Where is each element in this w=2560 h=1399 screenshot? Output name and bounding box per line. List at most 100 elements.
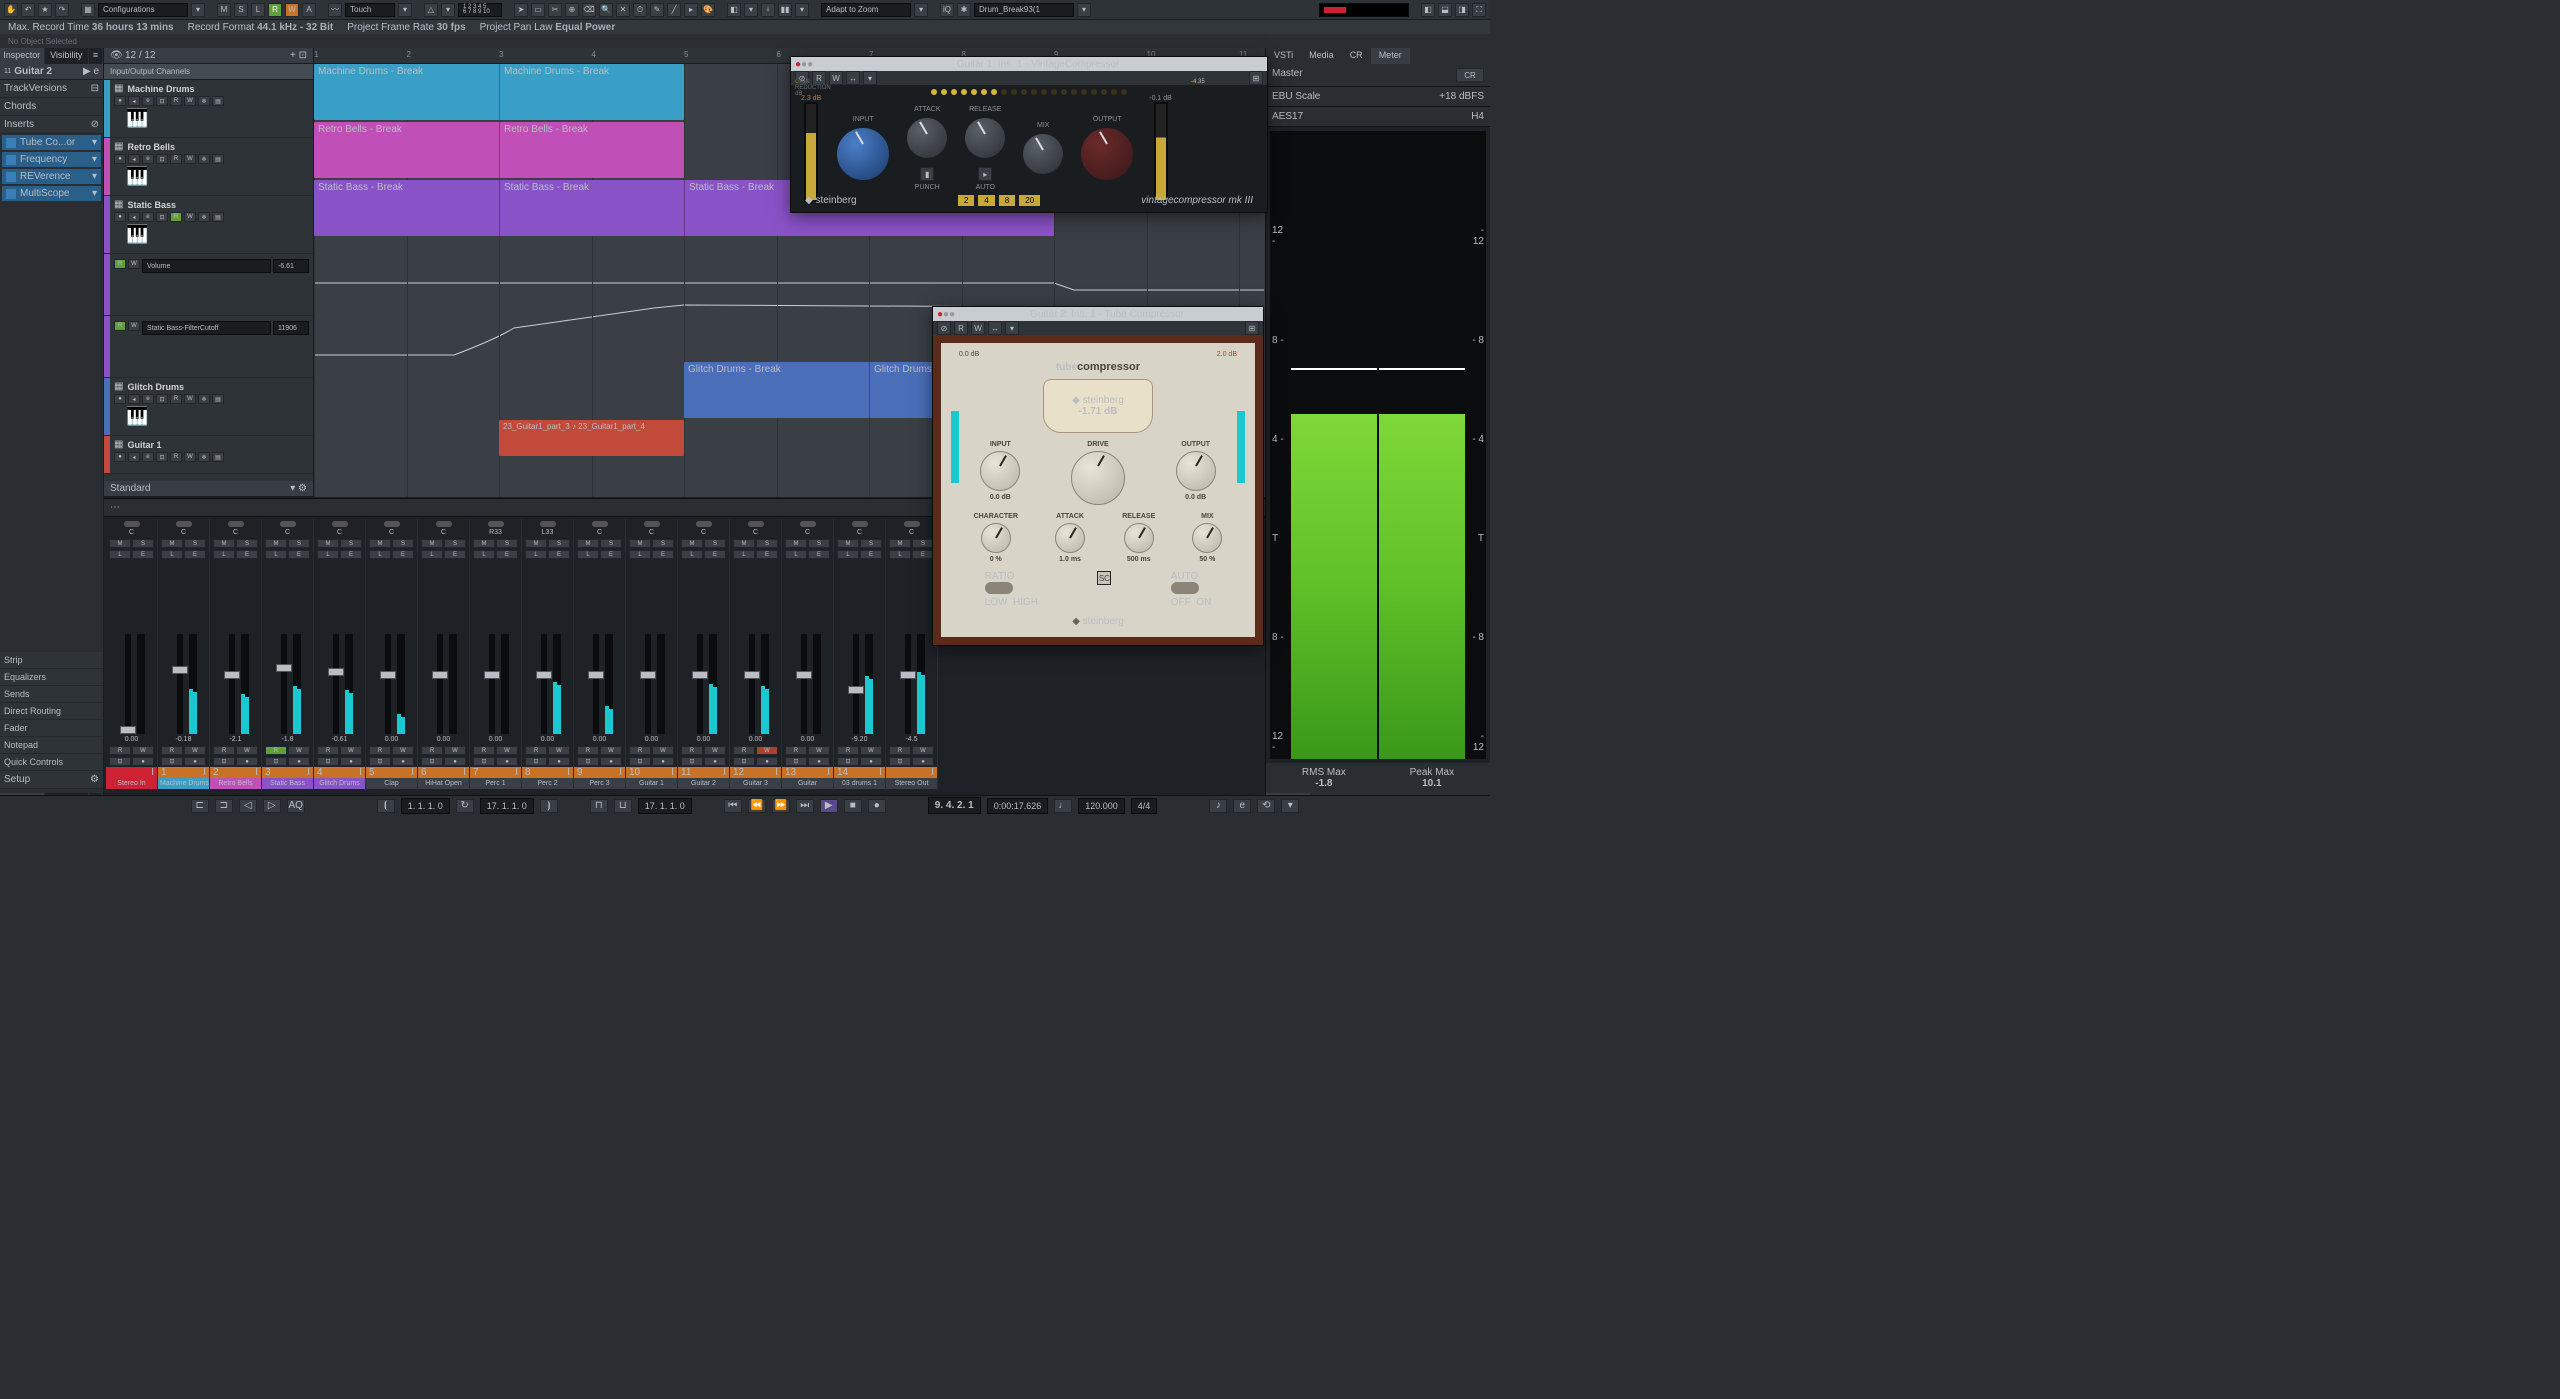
release-knob[interactable]: RELEASE▸AUTO bbox=[963, 106, 1007, 191]
record-enable-button[interactable]: ● bbox=[704, 757, 726, 766]
solo-button[interactable]: S bbox=[860, 539, 882, 548]
section-notepad[interactable]: Notepad bbox=[0, 737, 103, 754]
e-button[interactable]: e bbox=[142, 96, 154, 106]
w-button[interactable]: W bbox=[971, 321, 985, 335]
config-dropdown[interactable]: Configurations bbox=[98, 3, 188, 17]
pan-knob[interactable] bbox=[644, 521, 660, 527]
output-knob[interactable]: OUTPUT bbox=[1079, 116, 1135, 182]
edit-button[interactable]: E bbox=[600, 550, 622, 559]
read-button[interactable]: R bbox=[837, 746, 859, 755]
grid-type[interactable]: Adapt to Zoom bbox=[821, 3, 911, 17]
play-button[interactable]: ▶ bbox=[820, 799, 838, 813]
mute-button[interactable]: M bbox=[213, 539, 235, 548]
read-button[interactable]: R bbox=[268, 3, 282, 17]
monitor-button[interactable]: ⊡ bbox=[525, 757, 547, 766]
channel-name[interactable]: Glitch Drums bbox=[314, 778, 365, 789]
cr-button[interactable]: CR bbox=[1456, 68, 1484, 82]
section-chords[interactable]: Chords bbox=[0, 98, 103, 116]
automation-mode[interactable]: Touch bbox=[345, 3, 395, 17]
pan-knob[interactable] bbox=[124, 521, 140, 527]
write-button[interactable]: W bbox=[340, 746, 362, 755]
io-folder[interactable]: Input/Output Channels bbox=[104, 64, 313, 80]
monitor-button[interactable]: ⊡ bbox=[785, 757, 807, 766]
section-trackversions[interactable]: TrackVersions⊟ bbox=[0, 80, 103, 98]
primary-position[interactable]: 9. 4. 2. 1 bbox=[928, 797, 981, 814]
edit-button[interactable]: E bbox=[236, 550, 258, 559]
read-button[interactable]: R bbox=[114, 259, 126, 269]
record-enable-button[interactable]: ● bbox=[288, 757, 310, 766]
listen-button[interactable]: L bbox=[473, 550, 495, 559]
erase-icon[interactable]: ⌫ bbox=[582, 3, 596, 17]
in-button[interactable]: ⊡ bbox=[156, 394, 168, 404]
right-locator[interactable]: 17. 1. 1. 0 bbox=[480, 798, 534, 814]
quantize-preset[interactable]: Drum_Break93(1 bbox=[974, 3, 1074, 17]
read-button[interactable]: R bbox=[577, 746, 599, 755]
write-button[interactable]: W bbox=[392, 746, 414, 755]
e-button[interactable]: e bbox=[142, 154, 154, 164]
listen-button[interactable]: L bbox=[317, 550, 339, 559]
solo-button[interactable]: S bbox=[756, 539, 778, 548]
snap-type-icon[interactable]: ▮▮ bbox=[778, 3, 792, 17]
punch-switch[interactable]: ▮ bbox=[920, 167, 934, 181]
mute-button[interactable]: M bbox=[265, 539, 287, 548]
read-button[interactable]: R bbox=[421, 746, 443, 755]
write-button[interactable]: W bbox=[496, 746, 518, 755]
dropdown-icon[interactable]: ▾ bbox=[1281, 799, 1299, 813]
write-button[interactable]: W bbox=[184, 154, 196, 164]
write-button[interactable]: W bbox=[548, 746, 570, 755]
set-punch-icon[interactable]: ⊓ bbox=[590, 799, 608, 813]
mixer-channel[interactable]: C MS LE 0.00 RW ⊡● 13I Guitar bbox=[782, 519, 834, 791]
insert-slot[interactable]: MultiScope▾ bbox=[2, 186, 101, 201]
color-tool-icon[interactable]: 🎨 bbox=[701, 3, 715, 17]
write-button[interactable]: W bbox=[128, 259, 140, 269]
write-button[interactable]: W bbox=[444, 746, 466, 755]
read-button[interactable]: R bbox=[369, 746, 391, 755]
dropdown-icon[interactable]: ▾ bbox=[398, 3, 412, 17]
arrow-icon[interactable]: ◂ bbox=[128, 452, 140, 462]
r-button[interactable]: R bbox=[954, 321, 968, 335]
input-knob[interactable]: INPUT bbox=[835, 116, 891, 182]
write-button[interactable]: W bbox=[184, 96, 196, 106]
listen-button[interactable]: L bbox=[161, 550, 183, 559]
mixer-channel[interactable]: C MS LE -9.20 RW ⊡● 14I 03 drums 1 bbox=[834, 519, 886, 791]
fader[interactable] bbox=[541, 634, 547, 734]
read-button[interactable]: R bbox=[317, 746, 339, 755]
automation-param[interactable]: Static Bass-FilterCutoff bbox=[142, 321, 271, 335]
stop-button[interactable]: ■ bbox=[844, 799, 862, 813]
plugin-titlebar[interactable]: ● ● ● Guitar 1: Ins. 1 - VintageCompress… bbox=[791, 57, 1267, 71]
quantize-icon[interactable]: iQ bbox=[940, 3, 954, 17]
gear-icon[interactable]: ⚙ bbox=[90, 774, 99, 785]
play-tool-icon[interactable]: ▸ bbox=[684, 3, 698, 17]
record-enable-button[interactable]: ● bbox=[184, 757, 206, 766]
write-button[interactable]: W bbox=[912, 746, 934, 755]
history-icon[interactable]: ↶ bbox=[21, 3, 35, 17]
locator-right-icon[interactable]: ⦘ bbox=[540, 799, 558, 813]
pan-knob[interactable] bbox=[800, 521, 816, 527]
fader[interactable] bbox=[229, 634, 235, 734]
monitor-button[interactable]: ⊡ bbox=[733, 757, 755, 766]
write-button[interactable]: W bbox=[652, 746, 674, 755]
panel-right-icon[interactable]: ◨ bbox=[1455, 3, 1469, 17]
plugin-window-vintage-compressor[interactable]: ● ● ● Guitar 1: Ins. 1 - VintageCompress… bbox=[790, 56, 1268, 213]
monitor-button[interactable]: ⊡ bbox=[577, 757, 599, 766]
listen-button[interactable]: L bbox=[785, 550, 807, 559]
panel-bottom-icon[interactable]: ⬓ bbox=[1438, 3, 1452, 17]
edit-button[interactable]: E bbox=[548, 550, 570, 559]
monitor-button[interactable]: ⊡ bbox=[837, 757, 859, 766]
channel-name[interactable]: Machine Drums bbox=[158, 778, 209, 789]
fader[interactable] bbox=[333, 634, 339, 734]
preset-icon[interactable]: ▾ bbox=[863, 71, 877, 85]
record-enable-button[interactable]: ● bbox=[392, 757, 414, 766]
fader[interactable] bbox=[125, 634, 131, 734]
glue-icon[interactable]: ⊕ bbox=[565, 3, 579, 17]
in-button[interactable]: ⊡ bbox=[156, 154, 168, 164]
ratio-buttons[interactable]: 24820 bbox=[958, 195, 1040, 206]
signature-field[interactable]: 4/4 bbox=[1131, 798, 1158, 814]
record-button[interactable]: ● bbox=[868, 799, 886, 813]
mute-button[interactable]: M bbox=[421, 539, 443, 548]
eye-icon[interactable]: 👁 bbox=[110, 50, 123, 61]
pan-knob[interactable] bbox=[332, 521, 348, 527]
mute-button[interactable]: M bbox=[889, 539, 911, 548]
mute-button[interactable]: M bbox=[109, 539, 131, 548]
write-button[interactable]: W bbox=[184, 394, 196, 404]
